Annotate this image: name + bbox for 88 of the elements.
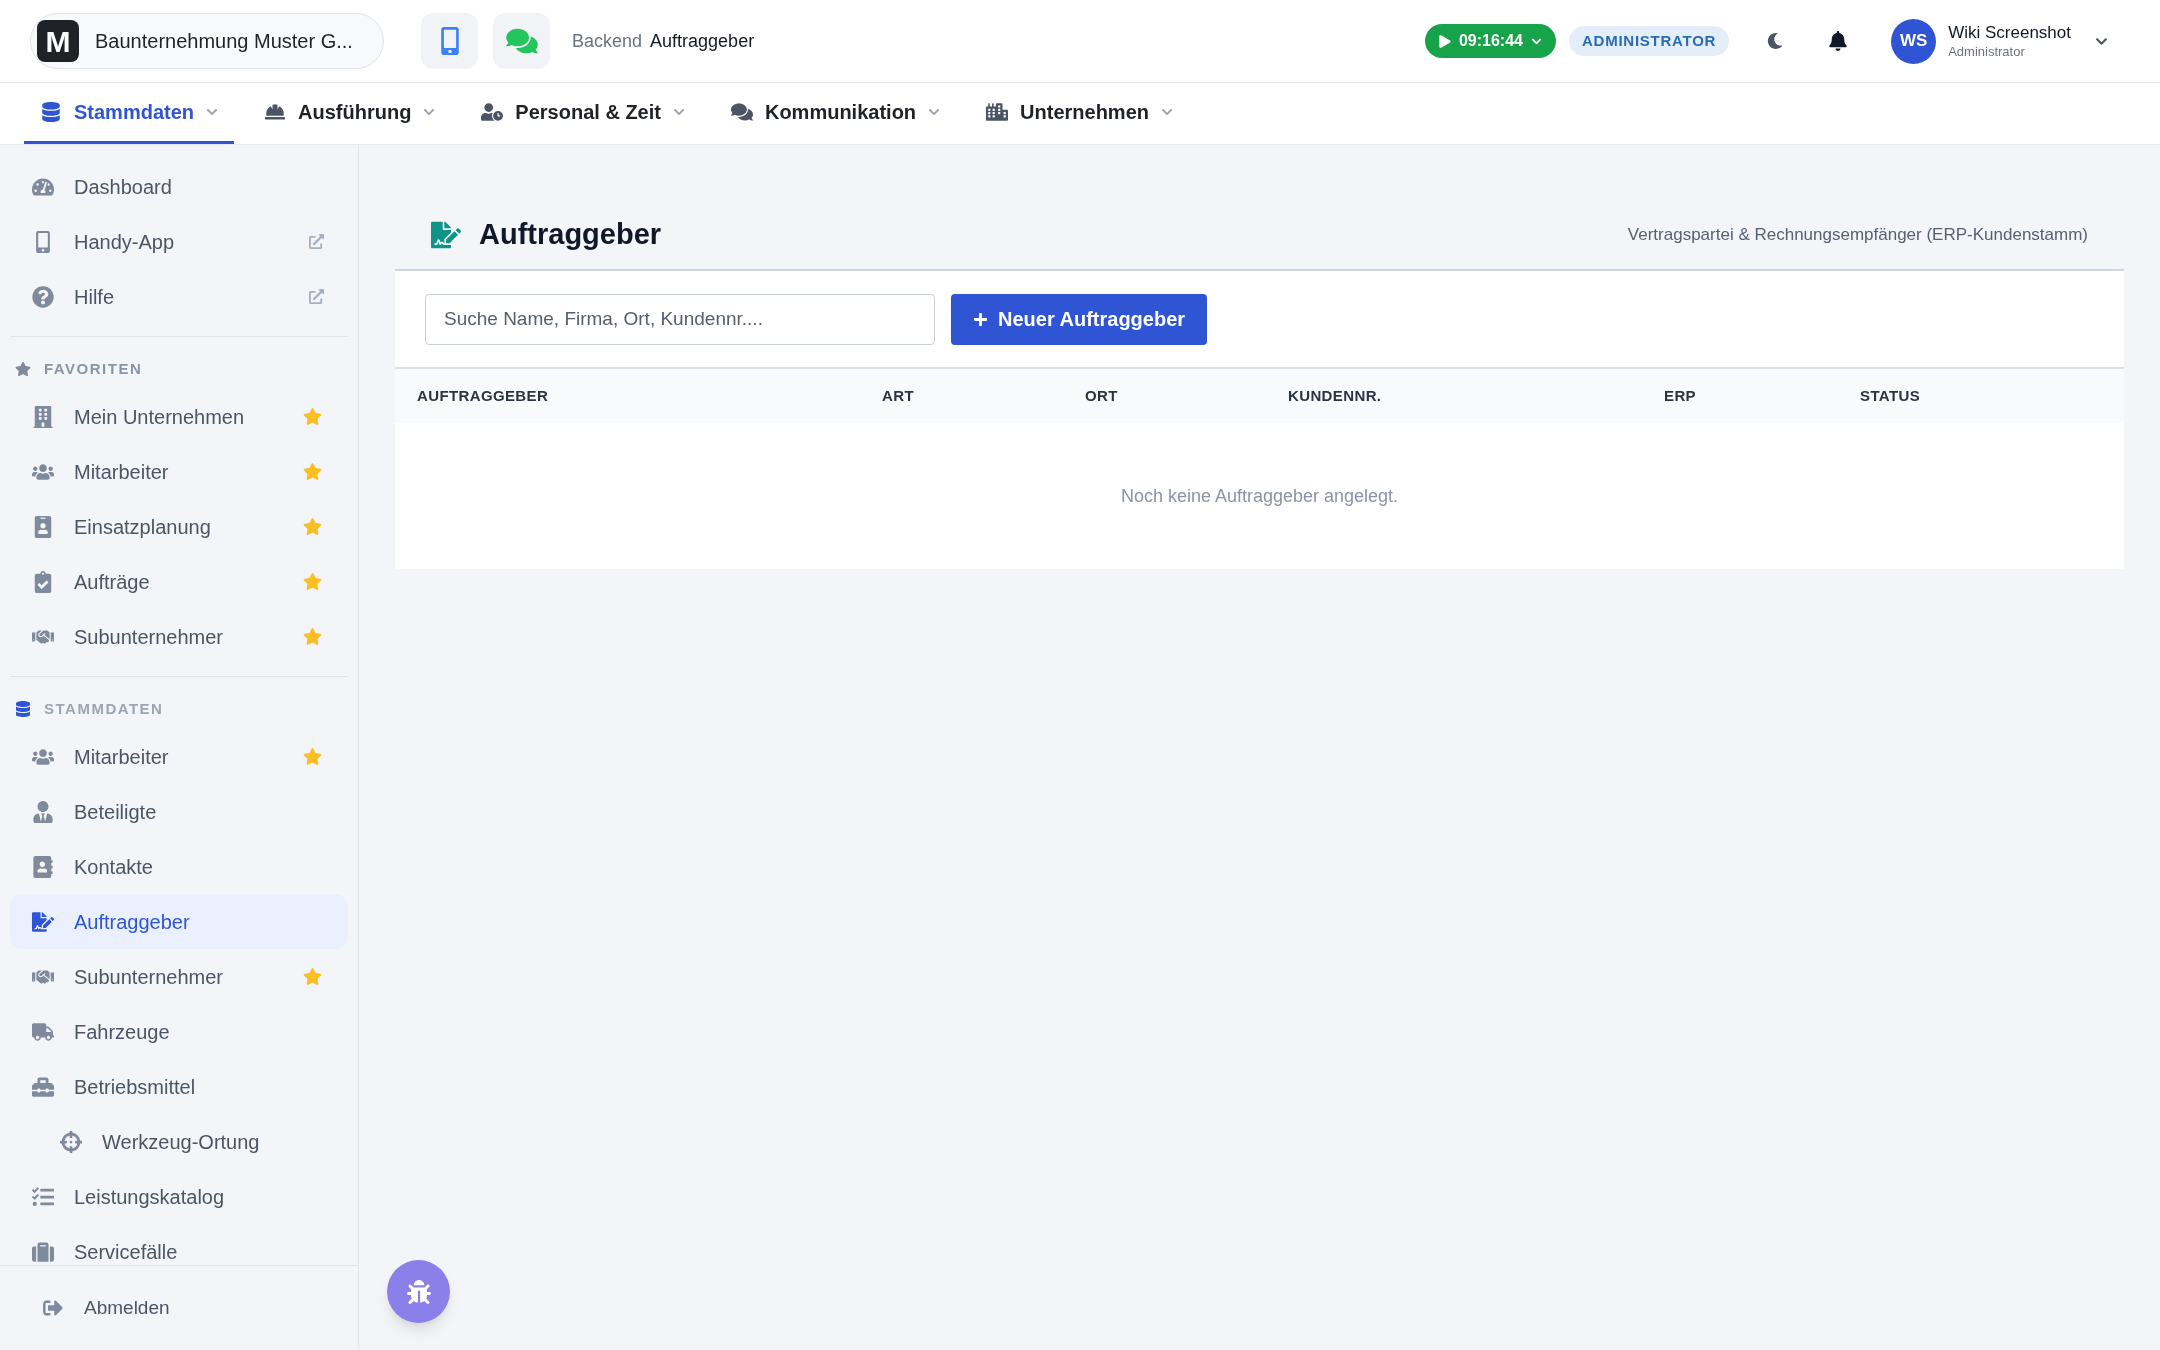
sidebar-item[interactable]: Subunternehmer (10, 609, 348, 664)
column-header: AUFTRAGGEBER (417, 387, 549, 404)
logout-icon (42, 1298, 64, 1318)
column-header: STATUS (1860, 387, 1921, 404)
chevron-icon (928, 106, 941, 118)
sidebar-item[interactable]: Auftraggeber (10, 894, 348, 949)
nav-tab[interactable]: Stammdaten (24, 83, 235, 144)
database-icon (15, 701, 31, 717)
hard-hat-icon (264, 102, 287, 122)
page-title: Auftraggeber (479, 217, 662, 253)
star-icon[interactable] (303, 627, 322, 646)
page-subtitle: Vertragspartei & Rechnungsempfänger (ERP-Kundenstamm) (1627, 224, 2088, 247)
chat-bubbles-icon (730, 102, 753, 122)
chevron-icon (206, 106, 219, 118)
nav-tab[interactable]: Personal & Zeit (465, 83, 701, 144)
role-badge: ADMINISTRATOR (1568, 26, 1730, 56)
moon-icon[interactable] (1767, 32, 1784, 50)
crosshair-icon (60, 1130, 82, 1153)
column-header: KUNDENNR. (1288, 387, 1382, 404)
buildings-icon (986, 102, 1009, 122)
chat-bubbles-icon (504, 27, 539, 55)
sidebar-item[interactable]: Fahrzeuge (10, 1004, 348, 1059)
nav-tab[interactable]: Unternehmen (970, 83, 1189, 144)
sidebar-item[interactable]: Aufträge (10, 554, 348, 609)
section-heading: FAVORITEN (44, 358, 143, 379)
person-icon (32, 800, 54, 823)
building-icon (32, 405, 54, 428)
sidebar-item[interactable]: Dashboard (10, 159, 348, 214)
truck-icon (32, 1020, 54, 1043)
new-client-button[interactable]: Neuer Auftraggeber (951, 293, 1208, 345)
bug-icon (406, 1279, 431, 1304)
chevron-icon (672, 106, 685, 118)
clipboard-check-icon (32, 570, 54, 593)
chevron-icon (423, 106, 436, 118)
sidebar-item[interactable]: Einsatzplanung (10, 499, 348, 554)
user-name: Wiki Screenshot (1948, 22, 2071, 44)
search-field[interactable]: Suche Name, Firma, Ort, Kundennr.... (425, 293, 935, 345)
bell-icon[interactable] (1829, 31, 1848, 51)
empty-message: Noch keine Auftraggeber angelegt. (1120, 484, 1399, 508)
play-icon (1438, 34, 1451, 48)
sidebar-item[interactable]: Servicefälle (10, 1224, 348, 1265)
user-role: Administrator (1948, 43, 2026, 60)
sidebar-item[interactable]: Mein Unternehmen (10, 389, 348, 444)
sidebar-item[interactable]: Leistungskatalog (10, 1169, 348, 1224)
database-icon (40, 102, 62, 122)
star-icon[interactable] (303, 967, 322, 986)
nav-tab[interactable]: Kommunikation (714, 83, 957, 144)
sidebar-item[interactable]: Hilfe (10, 269, 348, 324)
company-selector[interactable]: M Baunternehmung Muster G... (30, 13, 384, 69)
star-icon[interactable] (303, 517, 322, 536)
phone-icon (439, 27, 460, 55)
sidebar-item[interactable]: Mitarbeiter (10, 444, 348, 499)
phone-button[interactable] (421, 13, 478, 69)
user-clock-icon (481, 102, 504, 122)
nav-tab[interactable]: Ausführung (248, 83, 452, 144)
badge-icon (32, 515, 54, 538)
star-icon[interactable] (303, 747, 322, 766)
logout-link[interactable]: Abmelden (84, 1293, 170, 1323)
user-avatar[interactable]: WS (1891, 18, 1937, 64)
star-icon (15, 361, 31, 377)
breadcrumb-section[interactable]: Backend (572, 27, 643, 55)
case-icon (32, 1240, 54, 1263)
star-icon[interactable] (303, 462, 322, 481)
sidebar-item[interactable]: Kontakte (10, 839, 348, 894)
column-header: ERP (1664, 387, 1696, 404)
help-icon (32, 285, 54, 308)
section-heading: STAMMDATEN (44, 698, 164, 719)
sidebar-item[interactable]: Subunternehmer (10, 949, 348, 1004)
toolbox-icon (32, 1075, 54, 1098)
sidebar-item[interactable]: Mitarbeiter (10, 729, 348, 784)
checklist-icon (32, 1185, 54, 1208)
signed-document-icon (431, 221, 461, 249)
column-header: ORT (1085, 387, 1118, 404)
bug-report-button[interactable] (387, 1260, 450, 1323)
address-book-icon (32, 855, 54, 878)
breadcrumb-page: Auftraggeber (650, 29, 755, 53)
sidebar-item[interactable]: Betriebsmittel (10, 1059, 348, 1114)
signed-document-icon (32, 910, 54, 933)
chevron-icon (1161, 106, 1173, 118)
sidebar-item[interactable]: Beteiligte (10, 784, 348, 839)
sidebar-item[interactable]: Handy-App (10, 214, 348, 269)
plus-icon (973, 311, 988, 327)
column-header: ART (882, 387, 914, 404)
company-logo: M (37, 20, 79, 62)
chat-button[interactable] (493, 13, 550, 69)
sidebar-item[interactable]: Werkzeug-Ortung (10, 1114, 348, 1169)
star-icon[interactable] (303, 572, 322, 591)
star-icon[interactable] (303, 407, 322, 426)
